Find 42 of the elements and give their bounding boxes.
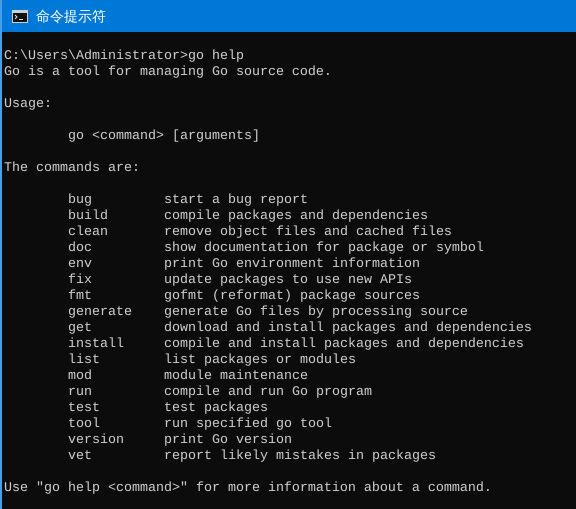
command-description: print Go version (164, 433, 292, 449)
console-line: Go is a tool for managing Go source code. (4, 65, 332, 81)
command-description: compile and install packages and dependencies (164, 337, 524, 353)
command-description: download and install packages and dependencies (164, 321, 532, 337)
command-description: show documentation for package or symbol (164, 241, 484, 257)
command-description: print Go environment information (164, 257, 420, 273)
command-name: build (68, 209, 109, 225)
command-name: list (68, 353, 101, 369)
command-name: fix (68, 273, 93, 289)
console-line: Usage: (4, 97, 52, 113)
command-name: doc (68, 241, 93, 257)
command-name: env (68, 257, 93, 273)
command-name: run (68, 385, 93, 401)
terminal-icon (12, 10, 28, 22)
command-name: tool (68, 417, 101, 433)
command-description: test packages (164, 401, 268, 417)
command-name: mod (68, 369, 93, 385)
console-line: go <command> [arguments] (68, 129, 260, 145)
command-name: vet (68, 449, 93, 465)
command-description: generate Go files by processing source (164, 305, 468, 321)
command-name: test (68, 401, 101, 417)
command-description: gofmt (reformat) package sources (164, 289, 420, 305)
command-description: module maintenance (164, 369, 308, 385)
command-name: clean (68, 225, 109, 241)
command-description: start a bug report (164, 193, 308, 209)
command-description: run specified go tool (164, 417, 332, 433)
command-name: version (68, 433, 125, 449)
command-name: fmt (68, 289, 93, 305)
command-description: update packages to use new APIs (164, 273, 412, 289)
window-title: 命令提示符 (36, 6, 106, 26)
command-description: report likely mistakes in packages (164, 449, 436, 465)
command-name: bug (68, 193, 93, 209)
command-description: compile and run Go program (164, 385, 372, 401)
command-description: list packages or modules (164, 353, 356, 369)
console-line: The commands are: (4, 161, 140, 177)
command-name: generate (68, 305, 133, 321)
command-name: install (68, 337, 125, 353)
command-name: get (68, 321, 93, 337)
console-line: C:\Users\Administrator>go help (4, 49, 244, 65)
console-line: Use "go help <command>" for more information about a command. (4, 481, 492, 497)
command-description: remove object files and cached files (164, 225, 452, 241)
command-description: compile packages and dependencies (164, 209, 428, 225)
